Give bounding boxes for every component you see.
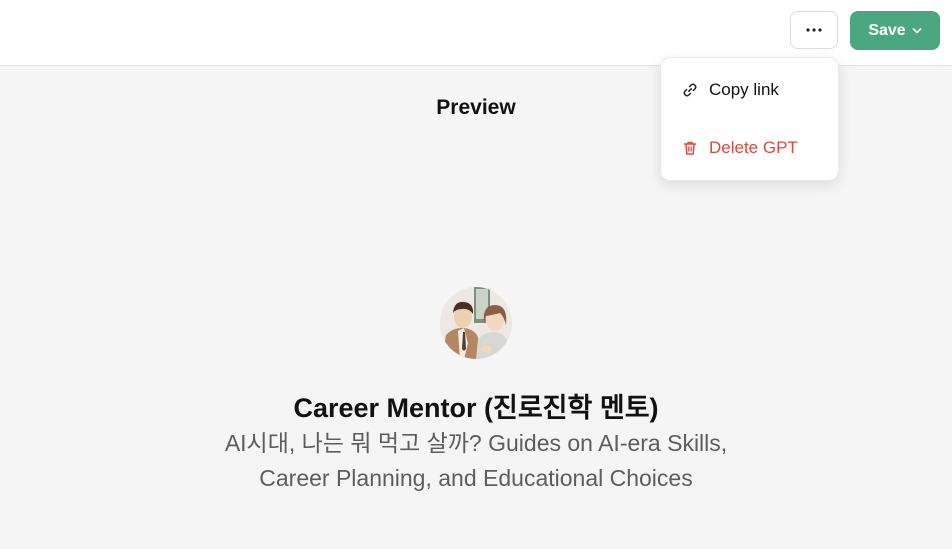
save-button-label: Save — [868, 21, 906, 39]
gpt-description: AI시대, 나는 뭐 먹고 살까? Guides on AI-era Skill… — [176, 426, 776, 496]
menu-item-label: Delete GPT — [709, 138, 798, 157]
gpt-name: Career Mentor (진로진학 멘토) — [293, 393, 659, 423]
menu-item-label: Copy link — [709, 80, 779, 99]
more-options-menu: Copy link Delete GPT — [660, 57, 839, 181]
more-options-button[interactable] — [790, 11, 838, 49]
gpt-description-line-2: Career Planning, and Educational Choices — [259, 465, 693, 491]
link-icon — [682, 82, 698, 98]
trash-icon — [682, 140, 698, 156]
ellipsis-icon — [806, 28, 822, 32]
chevron-down-icon — [912, 27, 921, 33]
save-button[interactable]: Save — [850, 11, 940, 50]
menu-item-copy-link[interactable]: Copy link — [661, 70, 840, 110]
gpt-avatar — [440, 287, 512, 359]
avatar-illustration — [440, 287, 512, 359]
gpt-description-line-1: AI시대, 나는 뭐 먹고 살까? Guides on AI-era Skill… — [224, 430, 728, 456]
menu-item-delete-gpt[interactable]: Delete GPT — [661, 128, 840, 168]
